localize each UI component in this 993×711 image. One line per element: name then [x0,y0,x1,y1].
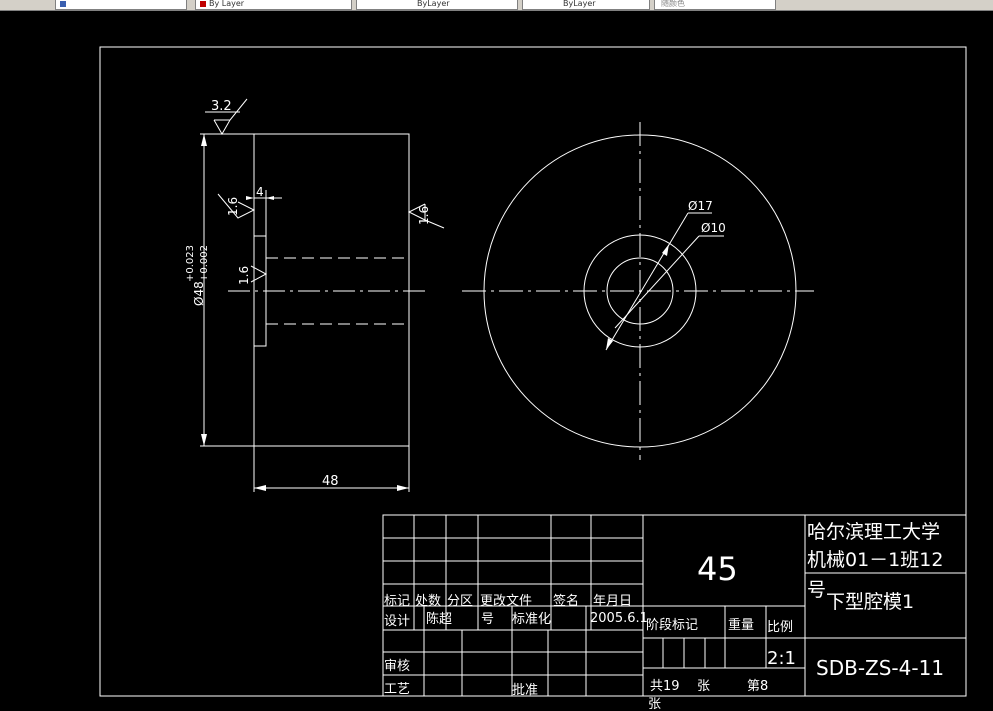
front-view: Ø48 +0.023 +0.002 48 4 3.2 1.6 1.6 1.6 [185,98,445,492]
material-label: 45 [697,550,738,588]
header-sign: 签名 [553,593,579,609]
part-outline [253,133,410,447]
header-count: 处数 [415,594,441,609]
header-zone: 分区 [447,594,473,609]
arrowhead [254,485,266,491]
side-view: Ø17 Ø10 [462,122,814,460]
dia10-label: Ø10 [701,221,726,235]
toolbar-tab-color[interactable]: By Layer [195,0,352,10]
arrowhead [397,485,409,491]
tolerance-lower: +0.002 [199,245,210,282]
header-docno: 更改文件 [480,594,532,609]
standardize-label: 标准化 [512,612,551,627]
drawing-canvas[interactable]: Ø48 +0.023 +0.002 48 4 3.2 1.6 1.6 1.6 Ø… [0,10,993,711]
tab-label: By Layer [209,0,245,8]
design-label: 设计 [384,614,410,629]
toolbar-tab-lineweight[interactable]: ByLayer [522,0,650,10]
part-name: 下型腔模1 [826,591,914,613]
tab-label: 随颜色 [661,0,685,8]
dia17-leader [605,212,689,351]
toolbar-tab-linetype[interactable]: ByLayer [356,0,518,10]
roughness-value-right: 1.6 [417,206,431,225]
total-sheets: 共19 [650,679,680,694]
weight-label: 重量 [728,617,754,633]
tab-label: ByLayer [417,0,450,8]
design-date: 2005.6.1 [590,611,648,626]
tab-label: ByLayer [563,0,596,8]
layer-icon [60,1,66,7]
drawing-number: SDB-ZS-4-11 [816,656,944,680]
stage-mark-label: 阶段标记 [646,618,698,633]
toolbar-tab-1[interactable] [55,0,187,10]
groove-depth-label: 4 [256,185,264,199]
designer-name: 陈超 [426,611,452,627]
roughness-value-bore: 1.6 [237,266,251,285]
arrowhead [201,134,207,146]
header-mark: 标记 [384,594,410,609]
tolerance-upper: +0.023 [185,245,196,282]
review-label: 审核 [384,659,410,674]
title-block: 45 哈尔滨理工大学 机械01－1班12 号 下型腔模1 SDB-ZS-4-11… [382,514,967,711]
diameter-label: Ø48 [192,281,206,306]
scale-value: 2:1 [767,648,796,669]
dia10-leader [614,235,700,329]
sheet-number: 第8 [747,679,768,694]
sheet-unit-1: 张 [697,679,710,694]
roughness-value-face: 1.6 [226,197,240,216]
approve-label: 批准 [512,683,538,698]
toolbar-tab-plotstyle[interactable]: 随颜色 [654,0,776,10]
roughness-symbol-bore [250,265,268,283]
width-dim-label: 48 [322,474,339,489]
arrowhead [201,434,207,446]
arrowhead [266,196,274,200]
header-date: 年月日 [593,594,632,609]
ratio-label: 比例 [767,620,793,635]
university-line2: 机械01－1班12 [807,549,943,571]
arrowhead [246,196,254,200]
university-line1: 哈尔滨理工大学 [807,521,940,543]
dia17-label: Ø17 [688,199,713,213]
process-label: 工艺 [384,682,410,697]
roughness-value-top: 3.2 [211,99,232,114]
header-docno2: 号 [481,612,494,627]
university-line3: 号 [807,579,826,601]
sheet-unit-2: 张 [648,697,661,711]
color-swatch-icon [200,1,206,7]
